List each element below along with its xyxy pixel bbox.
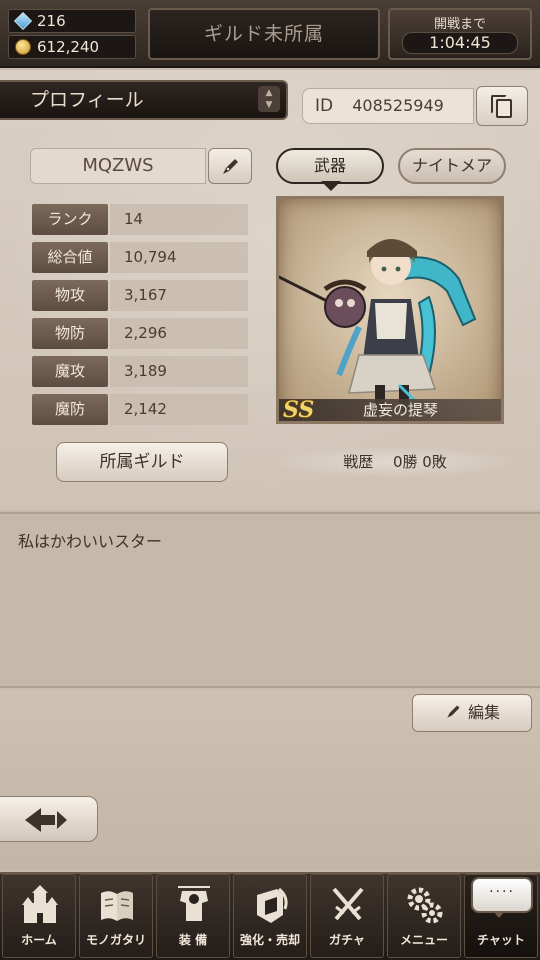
back-arrow-icon <box>25 808 67 832</box>
back-button[interactable] <box>0 796 98 842</box>
stat-label: 総合値 <box>32 242 108 273</box>
edit-comment-label: 編集 <box>467 703 500 722</box>
id-value: 408525949 <box>352 96 444 115</box>
nav-menu[interactable]: メニュー <box>387 874 461 958</box>
nav-home[interactable]: ホーム <box>2 874 76 958</box>
stat-value: 10,794 <box>110 242 248 273</box>
edit-comment-button[interactable]: 編集 <box>412 694 532 732</box>
stat-value: 14 <box>110 204 248 235</box>
gears-icon <box>407 887 443 924</box>
stat-value: 2,296 <box>110 318 248 349</box>
stat-row-total: 総合値 10,794 <box>32 242 248 273</box>
chat-icon: ···· <box>471 877 533 913</box>
affiliated-guild-button[interactable]: 所属ギルド <box>56 442 228 482</box>
stat-row-rank: ランク 14 <box>32 204 248 235</box>
weapon-name: 虚妄の提琴 <box>363 401 439 419</box>
stat-label: 物防 <box>32 318 108 349</box>
rarity-badge: SS <box>283 397 315 423</box>
battle-countdown[interactable]: 開戦まで 1:04:45 <box>388 8 532 60</box>
coin-icon <box>15 39 31 55</box>
stat-label: ランク <box>32 204 108 235</box>
stat-label: 物攻 <box>32 280 108 311</box>
crossed-swords-icon <box>332 887 364 921</box>
enhance-icon <box>257 887 288 923</box>
player-name: MQZWS <box>30 148 206 184</box>
tab-weapon[interactable]: 武器 <box>276 148 384 184</box>
stat-label: 魔防 <box>32 394 108 425</box>
stat-label: 魔攻 <box>32 356 108 387</box>
tab-nightmare[interactable]: ナイトメア <box>398 148 506 184</box>
nav-label: チャット <box>477 933 525 947</box>
coin-counter: 612,240 <box>8 35 136 59</box>
gem-icon <box>13 11 33 31</box>
castle-icon <box>22 885 58 923</box>
armor-icon <box>178 886 210 921</box>
nav-label: モノガタリ <box>85 933 146 947</box>
stat-row-mag-atk: 魔攻 3,189 <box>32 356 248 387</box>
nav-label: ガチャ <box>329 933 365 947</box>
coin-count: 612,240 <box>37 38 100 56</box>
profile-tab: プロフィール <box>0 80 288 120</box>
battle-countdown-timer: 1:04:45 <box>402 32 518 54</box>
active-tab-indicator <box>321 181 341 191</box>
id-label: ID <box>315 96 334 116</box>
stat-value: 3,189 <box>110 356 248 387</box>
player-id-field: ID 408525949 <box>302 88 474 124</box>
edit-name-button[interactable] <box>208 148 252 184</box>
stat-value: 3,167 <box>110 280 248 311</box>
nav-label: メニュー <box>399 933 448 947</box>
stat-row-phys-def: 物防 2,296 <box>32 318 248 349</box>
gem-counter: 216 <box>8 9 136 33</box>
sort-arrows-icon[interactable]: ▲ ▼ <box>258 86 280 112</box>
nav-chat[interactable]: ···· チャット <box>464 874 538 958</box>
battle-record: 戦歴 0勝 0敗 <box>270 446 520 478</box>
copy-id-button[interactable] <box>476 86 528 126</box>
stat-row-mag-def: 魔防 2,142 <box>32 394 248 425</box>
book-icon <box>101 891 133 921</box>
nav-equipment[interactable]: 装 備 <box>156 874 230 958</box>
pen-icon <box>223 159 238 174</box>
nav-label: 強化・売却 <box>239 933 300 947</box>
weapon-card[interactable]: SS 虚妄の提琴 <box>276 196 504 424</box>
nav-story[interactable]: モノガタリ <box>79 874 153 958</box>
nav-label: 装 備 <box>178 933 208 947</box>
nav-enhance-sell[interactable]: 強化・売却 <box>233 874 307 958</box>
nav-gacha[interactable]: ガチャ <box>310 874 384 958</box>
profile-comment-text: 私はかわいいスター <box>18 532 163 551</box>
gem-count: 216 <box>37 12 66 30</box>
battle-countdown-label: 開戦まで <box>433 17 486 32</box>
guild-status-banner[interactable]: ギルド未所属 <box>148 8 380 60</box>
nav-label: ホーム <box>21 933 57 947</box>
stat-value: 2,142 <box>110 394 248 425</box>
pen-icon <box>447 705 460 718</box>
weapon-character-illustration <box>279 239 477 411</box>
stat-row-phys-atk: 物攻 3,167 <box>32 280 248 311</box>
